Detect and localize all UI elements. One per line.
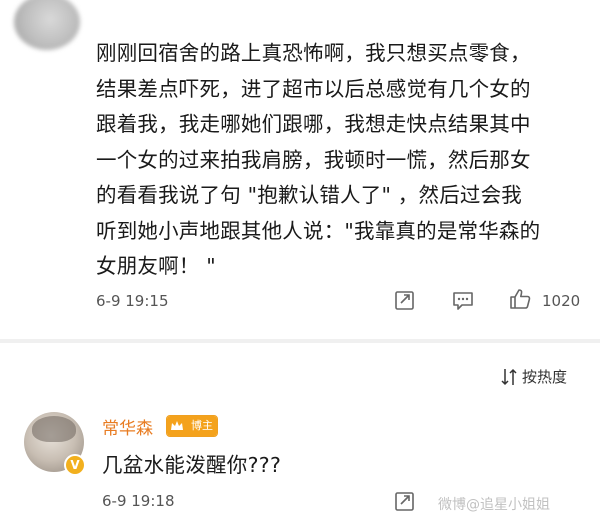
sort-label: 按热度 [522, 368, 568, 386]
like-count: 1020 [542, 292, 581, 310]
sort-button[interactable]: 按热度 [500, 366, 580, 388]
avatar[interactable] [14, 0, 80, 50]
comment-text: 刚刚回宿舍的路上真恐怖啊，我只想买点零食， 结果差点吓死，进了超市以后总感觉有几… [96, 41, 541, 278]
reply-username[interactable]: 常华森 [102, 414, 153, 439]
comment-icon[interactable] [452, 289, 474, 311]
sort-icon [501, 368, 517, 386]
reply-time: 6-9 19:18 [102, 492, 175, 510]
crown-icon [167, 416, 187, 436]
watermark: 微博@追星小姐姐 [438, 497, 550, 513]
like-icon[interactable] [508, 287, 532, 311]
author-badge: 博主 [166, 415, 218, 437]
avatar-image [32, 416, 76, 442]
share-icon[interactable] [394, 490, 416, 512]
share-icon[interactable] [394, 289, 416, 311]
comment-meta: 6-9 19:15 1020 [96, 289, 586, 313]
reply-text: 几盆水能泼醒你??? [102, 453, 282, 477]
badge-label: 博主 [187, 416, 217, 436]
comment-time: 6-9 19:15 [96, 292, 169, 310]
divider [0, 339, 600, 343]
verified-badge: V [64, 454, 86, 476]
